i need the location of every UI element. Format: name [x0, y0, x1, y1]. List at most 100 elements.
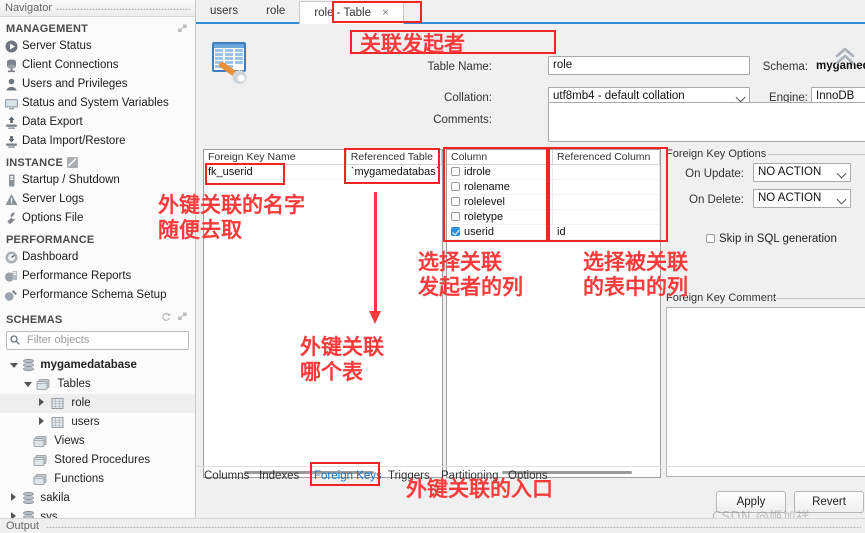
table-row[interactable]: roletype — [447, 210, 660, 225]
section-label: SCHEMAS — [6, 314, 63, 326]
table-row[interactable]: rolename — [447, 180, 660, 195]
apply-button[interactable]: Apply — [716, 491, 786, 513]
tab-label: users — [210, 5, 239, 17]
expand-toggle-icon[interactable] — [8, 489, 19, 508]
tab-label: Options — [508, 470, 548, 482]
tree-row-users[interactable]: users — [0, 413, 195, 432]
tree-row-views[interactable]: Views — [0, 432, 195, 451]
column-cell[interactable]: roletype — [447, 210, 553, 225]
expand-toggle-icon[interactable] — [36, 394, 47, 413]
bottom-tab-partitioning[interactable]: Partitioning — [441, 466, 499, 486]
filter-objects-input[interactable]: Filter objects — [6, 331, 189, 350]
referenced-table-cell[interactable]: `mygamedatabas` — [346, 165, 442, 180]
bottom-tab-indexes[interactable]: Indexes — [259, 466, 299, 486]
on-delete-select[interactable]: NO ACTION — [753, 189, 851, 208]
tree-row-role[interactable]: role — [0, 394, 195, 413]
close-icon[interactable]: × — [382, 7, 388, 19]
sidebar-item-users-and-privileges[interactable]: Users and Privileges — [0, 75, 195, 94]
navigator-title: Navigator — [5, 2, 53, 14]
bottom-tab-triggers[interactable]: Triggers — [388, 466, 430, 486]
options-file-icon — [7, 212, 17, 225]
sidebar-item-status-and-system-variables[interactable]: Status and System Variables — [0, 94, 195, 113]
tab-role-table[interactable]: role - Table × — [299, 1, 404, 24]
refresh-icon[interactable] — [161, 312, 171, 322]
table-name-label: Table Name: — [427, 61, 492, 73]
sidebar-item-server-logs[interactable]: Server Logs — [0, 190, 195, 209]
column-checkbox[interactable] — [451, 227, 460, 236]
tab-label: role — [266, 5, 286, 17]
data-export-icon — [6, 116, 17, 129]
tree-row-sakila[interactable]: sakila — [0, 489, 195, 508]
table-row[interactable]: rolelevel — [447, 195, 660, 210]
on-update-label: On Update: — [685, 168, 744, 180]
sidebar-item-performance-schema-setup[interactable]: Performance Schema Setup — [0, 286, 195, 305]
referenced-column-cell[interactable] — [553, 210, 660, 225]
expand-toggle-icon[interactable] — [22, 375, 33, 394]
bottom-tab-options[interactable]: Options — [508, 466, 548, 486]
checkbox-icon[interactable] — [706, 234, 715, 243]
folder-icon — [33, 436, 47, 447]
column-selection-grid[interactable]: Column Referenced Column idrole rolename — [446, 149, 661, 478]
bottom-tab-columns[interactable]: Columns — [204, 466, 249, 486]
users-privileges-icon — [6, 78, 17, 91]
column-checkbox[interactable] — [451, 167, 460, 176]
column-cell[interactable]: idrole — [447, 165, 553, 180]
tree-row-tables[interactable]: Tables — [0, 375, 195, 394]
sidebar-item-label: Data Import/Restore — [22, 135, 126, 147]
foreign-key-comment-textarea[interactable] — [666, 307, 865, 477]
expand-toggle-icon[interactable] — [8, 356, 19, 375]
expand-icon[interactable] — [178, 24, 187, 33]
chevron-down-icon — [836, 168, 847, 179]
referenced-column-cell[interactable] — [553, 195, 660, 210]
fk-name-cell[interactable]: fk_userid — [204, 165, 347, 180]
sidebar-item-data-export[interactable]: Data Export — [0, 113, 195, 132]
on-update-select[interactable]: NO ACTION — [753, 163, 851, 182]
database-icon — [22, 492, 35, 505]
referenced-column-cell[interactable]: id — [553, 225, 660, 240]
on-delete-label: On Delete: — [689, 194, 744, 206]
sidebar-item-server-status[interactable]: Server Status — [0, 37, 195, 56]
tab-label: Foreign Keys — [314, 470, 382, 482]
column-checkbox[interactable] — [451, 197, 460, 206]
sidebar-item-client-connections[interactable]: Client Connections — [0, 56, 195, 75]
tree-label: Tables — [57, 378, 91, 390]
column-checkbox[interactable] — [451, 182, 460, 191]
column-cell[interactable]: rolename — [447, 180, 553, 195]
group-divider — [768, 154, 865, 155]
tree-row-mygamedatabase[interactable]: mygamedatabase — [0, 356, 195, 375]
table-row[interactable]: idrole — [447, 165, 660, 180]
column-cell[interactable]: userid — [447, 225, 553, 240]
column-cell[interactable]: rolelevel — [447, 195, 553, 210]
referenced-column-cell[interactable] — [553, 165, 660, 180]
tab-role[interactable]: role — [252, 0, 299, 23]
bottom-tab-foreign-keys[interactable]: Foreign Keys — [314, 466, 382, 486]
tree-label: mygamedatabase — [40, 359, 137, 371]
tab-users[interactable]: users — [196, 0, 252, 23]
sidebar-item-label: Data Export — [22, 116, 83, 128]
referenced-column-cell[interactable] — [553, 180, 660, 195]
comments-textarea[interactable] — [548, 102, 865, 142]
sidebar-item-dashboard[interactable]: Dashboard — [0, 248, 195, 267]
skip-sql-generation-checkbox[interactable]: Skip in SQL generation — [706, 233, 837, 245]
foreign-key-list-grid[interactable]: Foreign Key Name Referenced Table fk_use… — [203, 149, 443, 478]
column-label: rolelevel — [464, 196, 505, 208]
tree-row-functions[interactable]: Functions — [0, 470, 195, 489]
sidebar-item-data-import-restore[interactable]: Data Import/Restore — [0, 132, 195, 151]
column-checkbox[interactable] — [451, 212, 460, 221]
sidebar-item-options-file[interactable]: Options File — [0, 209, 195, 228]
expand-toggle-icon[interactable] — [36, 413, 47, 432]
table-row[interactable]: fk_userid `mygamedatabas` — [204, 165, 442, 180]
column-label: userid — [464, 226, 494, 238]
collapse-panel-icon[interactable] — [834, 46, 856, 68]
revert-button[interactable]: Revert — [794, 491, 864, 513]
table-row[interactable]: userid id — [447, 225, 660, 240]
tab-label: Indexes — [259, 470, 300, 482]
sidebar-item-performance-reports[interactable]: Performance Reports — [0, 267, 195, 286]
filter-objects-container: Filter objects — [0, 328, 195, 354]
sidebar-item-startup-shutdown[interactable]: Startup / Shutdown — [0, 171, 195, 190]
tree-row-stored-procedures[interactable]: Stored Procedures — [0, 451, 195, 470]
expand-icon[interactable] — [178, 312, 187, 321]
output-status-bar: Output — [0, 518, 865, 532]
navigator-title-bar: Navigator — [0, 0, 195, 17]
table-name-input[interactable]: role — [548, 56, 750, 75]
